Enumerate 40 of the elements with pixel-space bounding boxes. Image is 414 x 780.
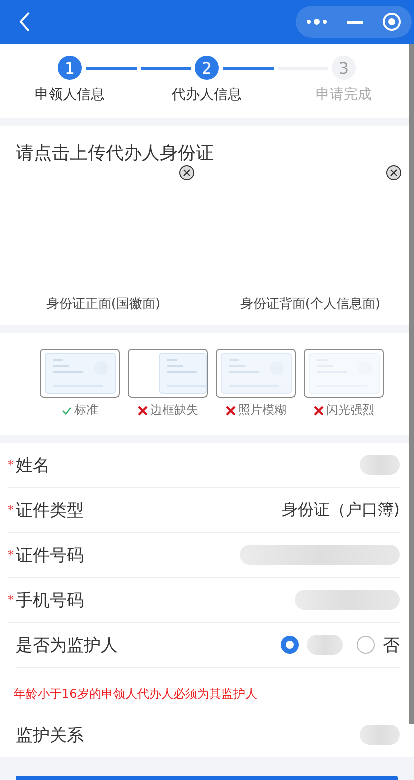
field-label: 证件类型 xyxy=(16,500,84,522)
field-value[interactable]: 身份证（户口簿) xyxy=(282,500,400,520)
required-mark: * xyxy=(8,593,14,607)
upload-caption[interactable]: 身份证正面(国徽面) xyxy=(46,295,161,313)
redacted-value xyxy=(307,635,343,655)
guide-label: 边框缺失 xyxy=(150,402,198,419)
field-label: 证件号码 xyxy=(16,544,84,566)
upload-title: 请点击上传代办人身份证 xyxy=(15,142,215,165)
field-label: 姓名 xyxy=(16,454,50,476)
field-label: 是否为监护人 xyxy=(16,634,118,656)
radio-label: 否 xyxy=(383,634,400,656)
radio-button[interactable] xyxy=(281,636,299,654)
required-mark: * xyxy=(8,458,14,472)
id-card-drawing xyxy=(159,353,207,394)
step-number: 2 xyxy=(195,56,219,80)
required-mark: * xyxy=(8,503,14,517)
more-icon[interactable] xyxy=(306,19,328,25)
guide-label: 标准 xyxy=(74,402,98,419)
step-label: 代办人信息 xyxy=(172,86,242,104)
back-icon[interactable] xyxy=(18,11,32,33)
step-label: 申请完成 xyxy=(316,86,372,104)
step-label: 申领人信息 xyxy=(35,86,105,104)
required-mark: * xyxy=(8,548,14,562)
upload-caption[interactable]: 身份证背面(个人信息面) xyxy=(240,295,381,313)
radio-button[interactable] xyxy=(357,636,375,654)
id-card-drawing xyxy=(308,353,380,394)
step-number: 3 xyxy=(332,56,356,80)
field-label: 手机号码 xyxy=(16,590,84,612)
close-icon[interactable] xyxy=(179,165,195,181)
redacted-value xyxy=(360,455,400,475)
redacted-value xyxy=(360,725,400,745)
guide-label: 闪光强烈 xyxy=(326,402,374,419)
field-label: 监护关系 xyxy=(16,724,84,746)
guide-label: 照片模糊 xyxy=(238,402,286,419)
step-number: 1 xyxy=(58,56,82,80)
id-card-drawing xyxy=(44,353,116,394)
close-icon[interactable] xyxy=(386,165,402,181)
id-card-drawing xyxy=(220,353,292,394)
minimize-icon[interactable] xyxy=(346,20,363,24)
warning-text: 年龄小于16岁的申领人代办人必须为其监护人 xyxy=(13,686,258,703)
